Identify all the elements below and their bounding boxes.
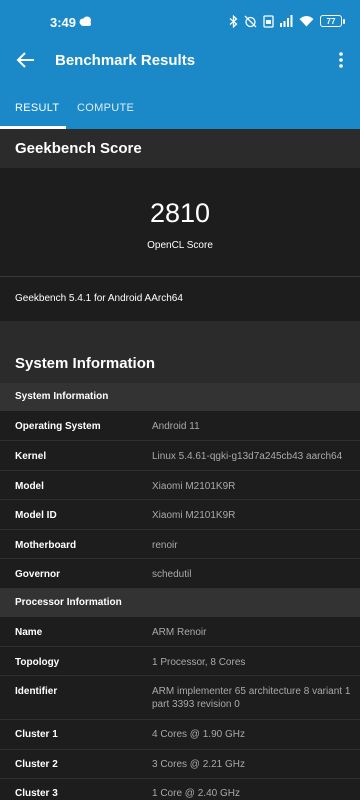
subheader-label: System Information [15, 391, 109, 402]
tab-result[interactable]: RESULT [15, 102, 59, 114]
subheader-processor-information: Processor Information [0, 589, 360, 617]
status-bar: 3:49 77 [0, 0, 360, 40]
row-key: Cluster 3 [15, 788, 58, 799]
row-key: Name [15, 627, 43, 638]
score-card: 2810 OpenCL Score [0, 168, 360, 276]
row-value: 3 Cores @ 2.21 GHz [152, 759, 245, 770]
alarm-off-icon [244, 15, 257, 27]
table-row: Kernel Linux 5.4.61-qgki-g13d7a245cb43 a… [0, 441, 360, 471]
wifi-icon [299, 16, 314, 27]
more-vert-icon[interactable] [336, 50, 346, 70]
page-title: Benchmark Results [55, 52, 196, 69]
row-key: Model [15, 481, 44, 492]
row-key: Operating System [15, 421, 101, 432]
row-value: Linux 5.4.61-qgki-g13d7a245cb43 aarch64 [152, 451, 343, 462]
row-key: Kernel [15, 451, 47, 462]
row-value: 1 Core @ 2.40 GHz [152, 788, 240, 799]
battery-level: 77 [326, 16, 336, 26]
row-value: ARM Renoir [152, 627, 207, 638]
table-row: Identifier ARM implementer 65 architectu… [0, 676, 360, 720]
subheader-label: Processor Information [15, 597, 122, 608]
system-information-title: System Information [15, 355, 156, 372]
row-key: Motherboard [15, 540, 77, 551]
row-value: renoir [152, 540, 178, 551]
subheader-system-information: System Information [0, 383, 360, 411]
row-key: Identifier [15, 686, 58, 697]
row-value: 4 Cores @ 1.90 GHz [152, 729, 245, 740]
geekbench-score-title: Geekbench Score [15, 140, 142, 157]
row-key: Topology [15, 657, 60, 668]
table-row: Cluster 2 3 Cores @ 2.21 GHz [0, 750, 360, 779]
table-row: Model Xiaomi M2101K9R [0, 471, 360, 500]
app-bar: 3:49 77 Benchmark Results RESULT COMPUTE [0, 0, 360, 129]
divider [0, 276, 360, 277]
row-key: Cluster 1 [15, 729, 58, 740]
system-information-header: System Information [0, 321, 360, 383]
table-row: Topology 1 Processor, 8 Cores [0, 647, 360, 676]
geekbench-score-header: Geekbench Score [0, 129, 360, 168]
row-key: Cluster 2 [15, 759, 58, 770]
row-value: ARM implementer 65 architecture 8 varian… [152, 686, 351, 710]
status-icons: 77 [229, 13, 345, 29]
row-value: 1 Processor, 8 Cores [152, 657, 246, 668]
opencl-score-value: 2810 [149, 198, 211, 228]
table-row: Cluster 3 1 Core @ 2.40 GHz [0, 779, 360, 800]
tab-bar: RESULT COMPUTE [0, 94, 360, 129]
row-value: Android 11 [152, 421, 200, 432]
row-key: Model ID [15, 510, 57, 521]
row-value: Xiaomi M2101K9R [152, 481, 236, 492]
cloud-icon [79, 16, 91, 26]
back-arrow-icon[interactable] [14, 48, 38, 72]
opencl-score-label: OpenCL Score [147, 240, 213, 251]
sim-icon [263, 14, 274, 28]
row-value: schedutil [152, 569, 192, 580]
table-row: Motherboard renoir [0, 530, 360, 559]
table-row: Governor schedutil [0, 559, 360, 589]
table-row: Model ID Xiaomi M2101K9R [0, 500, 360, 530]
table-row: Cluster 1 4 Cores @ 1.90 GHz [0, 720, 360, 750]
geekbench-version: Geekbench 5.4.1 for Android AArch64 [15, 293, 183, 304]
table-row: Name ARM Renoir [0, 617, 360, 647]
row-key: Governor [15, 569, 61, 580]
table-row: Operating System Android 11 [0, 411, 360, 441]
signal-icon [280, 15, 293, 27]
status-time: 3:49 [50, 15, 77, 30]
battery-icon: 77 [320, 15, 345, 27]
tab-compute[interactable]: COMPUTE [77, 102, 134, 114]
row-value: Xiaomi M2101K9R [152, 510, 236, 521]
bluetooth-icon [229, 14, 238, 28]
